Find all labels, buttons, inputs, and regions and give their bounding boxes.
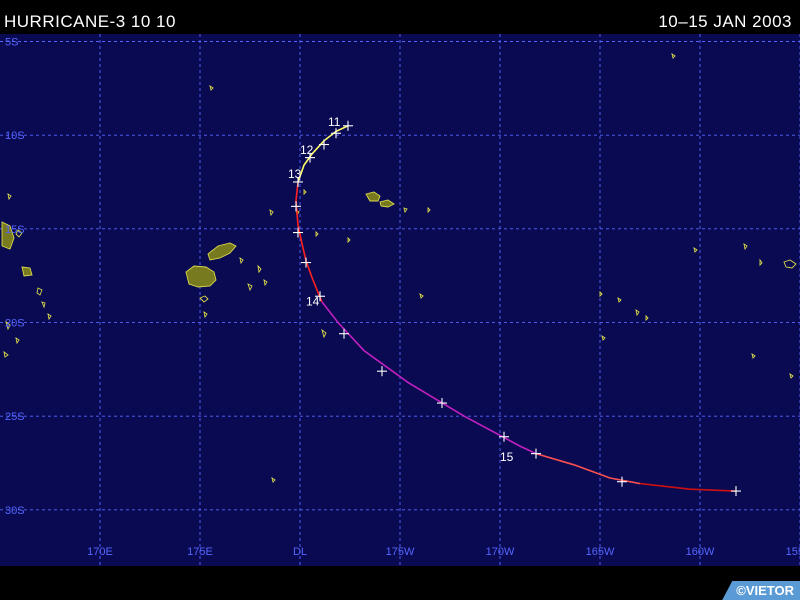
track-fix-mark [339, 328, 349, 339]
track-fix-mark [377, 366, 387, 377]
day-label: 12 [300, 143, 314, 157]
lat-label: 30S [5, 505, 25, 517]
lat-label: 15S [5, 224, 25, 236]
lon-label: 155W [786, 546, 800, 558]
storm-title: HURRICANE-3 10 10 [4, 12, 176, 31]
land-upolu [379, 199, 395, 208]
lon-label: 170W [486, 546, 515, 558]
track-fix-mark [617, 476, 627, 487]
land-masses [1, 52, 797, 483]
track-fix-mark [343, 120, 353, 131]
lat-label: 10S [5, 130, 25, 142]
storm-track [295, 125, 737, 492]
lat-label: 25S [5, 411, 25, 423]
track-segment [535, 452, 641, 485]
map-panel: 11 12 13 14 15 5S 10S 15S 20S 25S 30S 170E 175E DL 17… [0, 34, 800, 566]
map-canvas[interactable]: 11 12 13 14 15 5S 10S 15S 20S 25S 30S 170E 175E DL 17… [0, 34, 800, 566]
track-segment [295, 181, 323, 303]
track-fix-mark [319, 139, 329, 150]
graticule [0, 34, 800, 566]
track-fix-mark [301, 257, 311, 268]
land-savaii [365, 191, 381, 202]
credit-badge: ©VIETOR [722, 581, 800, 600]
track-segment [639, 482, 737, 492]
lon-label: 170E [87, 546, 113, 558]
track-fix-mark [531, 448, 541, 459]
date-range: 10–15 JAN 2003 [658, 12, 792, 31]
track-fix-mark [437, 398, 447, 409]
day-label: 13 [288, 167, 302, 181]
land-viti-levu [185, 265, 217, 288]
land-vanuatu-south [21, 266, 33, 277]
lon-label: 175E [187, 546, 213, 558]
day-label: 11 [328, 115, 341, 129]
track-fix-mark [291, 201, 301, 212]
lon-label: 160W [686, 546, 715, 558]
day-labels: 11 12 13 14 15 [288, 115, 514, 464]
day-label: 14 [306, 295, 320, 309]
track-fix-mark [731, 486, 741, 497]
lon-label: 175W [386, 546, 415, 558]
track-segment [321, 301, 537, 455]
lon-label: 165W [586, 546, 615, 558]
lat-label: 5S [5, 36, 18, 48]
land-vanua-levu [207, 242, 237, 261]
track-fixes [291, 120, 741, 497]
lon-label: DL [293, 546, 307, 558]
axis-labels: 5S 10S 15S 20S 25S 30S 170E 175E DL 175W 170W 165W 1… [5, 36, 800, 558]
day-label: 15 [500, 450, 514, 464]
lat-label: 20S [5, 317, 25, 329]
